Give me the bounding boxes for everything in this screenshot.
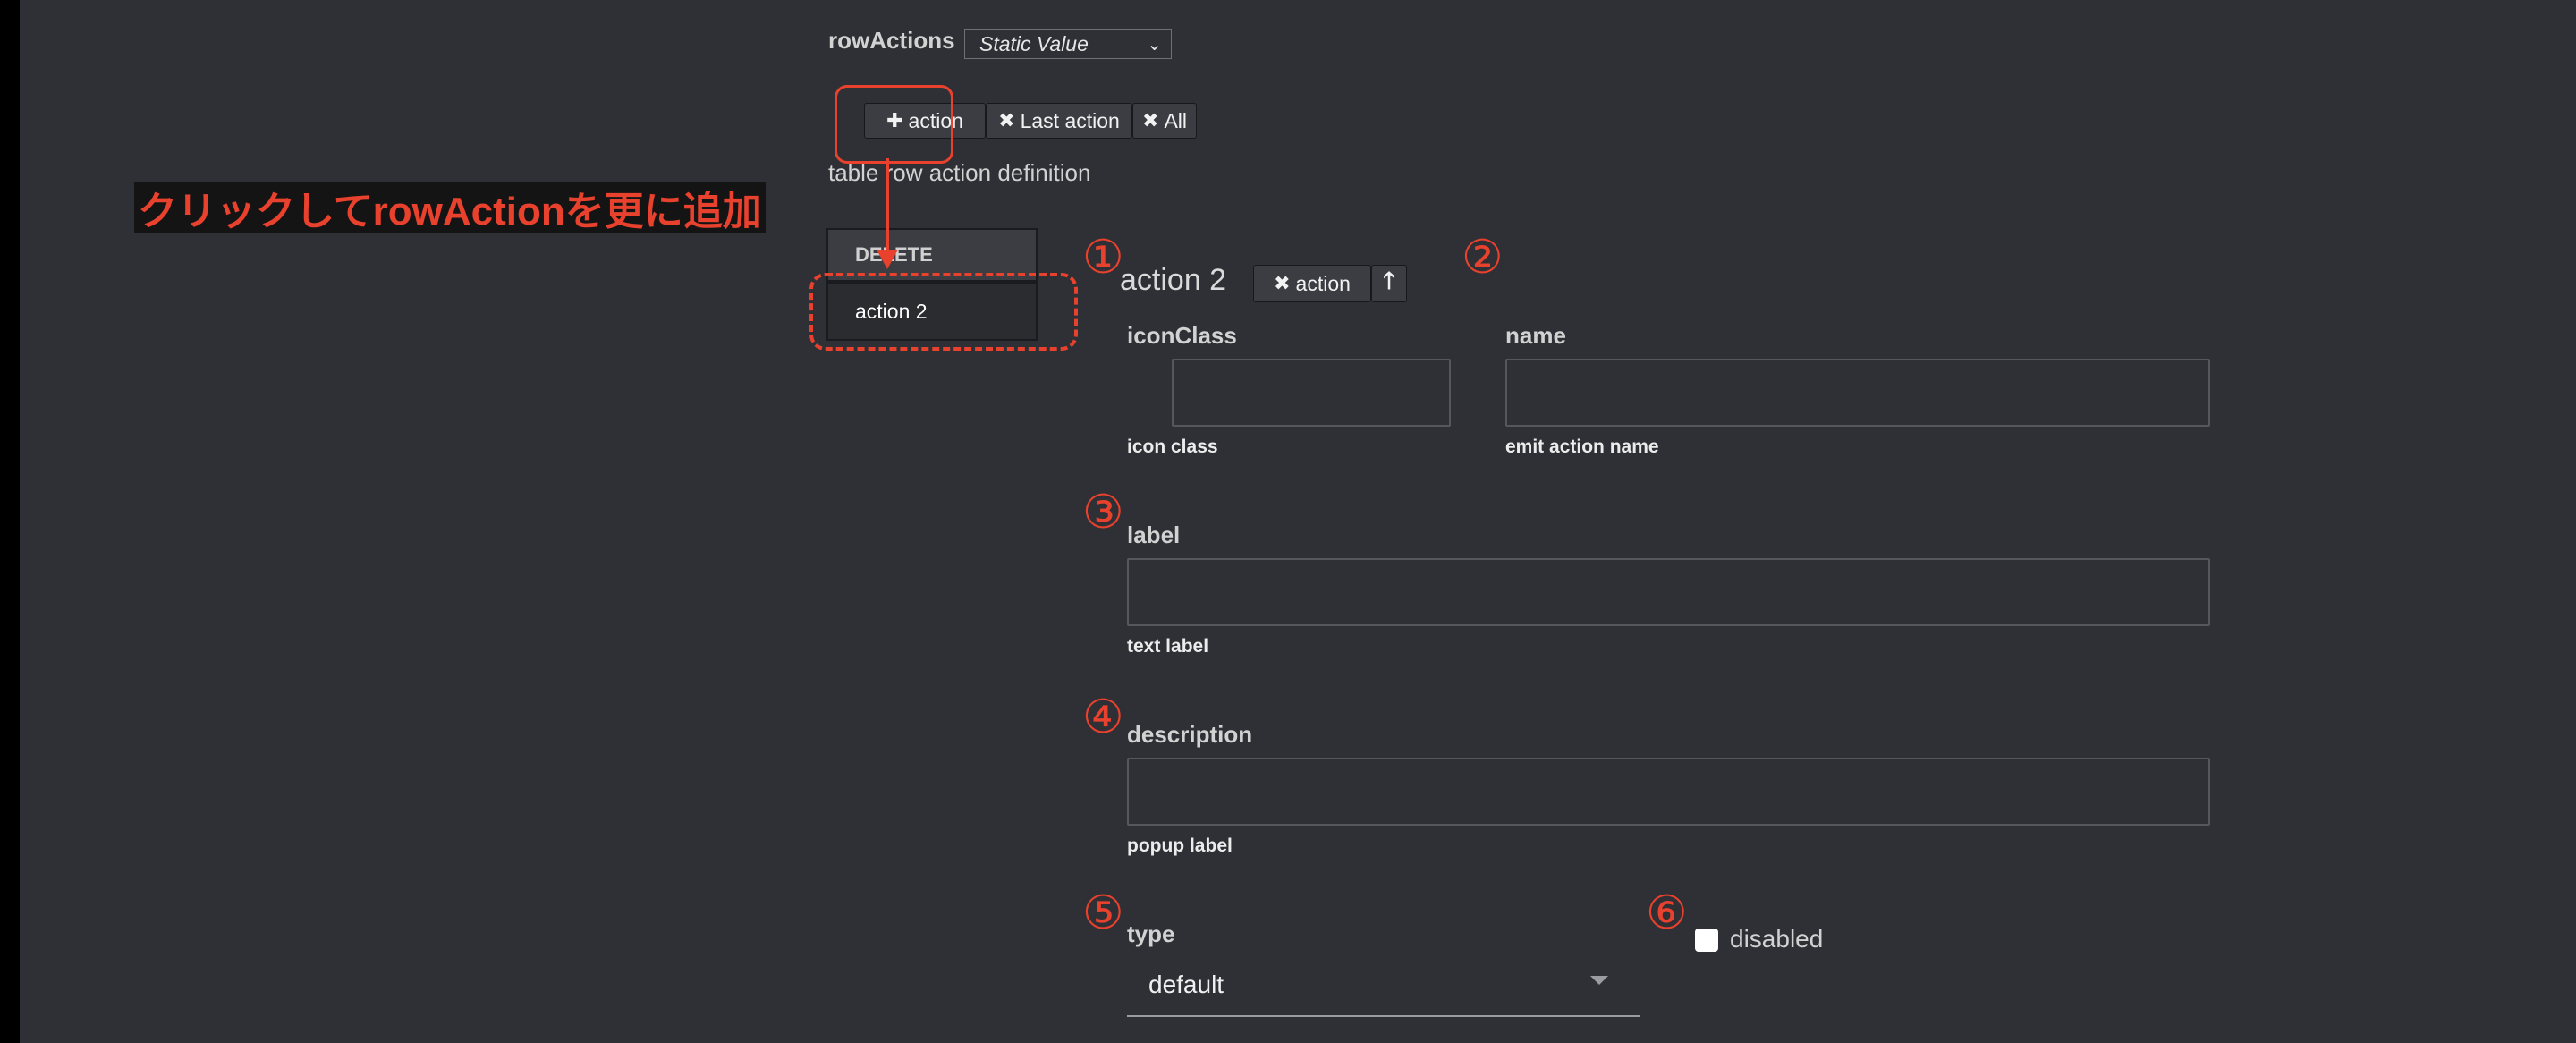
marker-1: ① [1082,231,1124,284]
type-label: type [1127,920,1175,947]
name-input[interactable] [1505,359,2210,427]
disabled-label: disabled [1730,925,1824,953]
name-hint: emit action name [1505,437,1659,457]
icon-class-input[interactable] [1172,359,1451,427]
annotation-highlight-new-item [809,273,1078,351]
remove-last-action-label: Last action [1020,108,1120,132]
annotation-highlight-add-button [835,85,953,164]
chevron-down-icon: ⌄ [1147,35,1162,55]
marker-3: ③ [1082,486,1124,539]
remove-all-actions-label: All [1164,108,1187,132]
close-icon: ✖ [998,109,1015,131]
marker-2: ② [1462,231,1504,284]
name-label: name [1505,322,1566,349]
text-label-input[interactable] [1127,558,2210,626]
move-up-button[interactable]: 🡑 [1371,265,1407,302]
remove-action-label: action [1295,271,1351,295]
description-label: description [1127,721,1253,748]
remove-action-button[interactable]: ✖ action [1253,265,1371,302]
marker-6: ⑥ [1646,886,1688,940]
icon-class-label: iconClass [1127,322,1237,349]
dropdown-arrow-icon [1590,976,1608,985]
remove-all-actions-button[interactable]: ✖ All [1132,103,1197,139]
description-input[interactable] [1127,758,2210,826]
close-icon: ✖ [1142,109,1159,131]
row-actions-label: rowActions [828,27,955,54]
text-label-hint: text label [1127,636,1209,657]
text-label-label: label [1127,522,1181,548]
arrow-up-icon: 🡑 [1383,267,1395,293]
app-background: rowActions Static Value ⌄ ✚ action ✖ Las… [20,0,2576,1043]
type-select-value: default [1148,971,1224,998]
row-actions-source-value: Static Value [979,31,1089,55]
icon-class-hint: icon class [1127,437,1218,457]
close-icon: ✖ [1274,272,1291,294]
annotation-callout: クリックしてrowActionを更に追加 [134,182,766,233]
type-select[interactable]: default [1127,953,1640,1017]
row-actions-source-select[interactable]: Static Value ⌄ [964,29,1172,59]
marker-5: ⑤ [1082,886,1124,940]
marker-4: ④ [1082,691,1124,744]
editor-title: action 2 [1120,263,1227,297]
annotation-arrow [877,158,898,269]
description-hint: popup label [1127,835,1233,856]
remove-last-action-button[interactable]: ✖ Last action [986,103,1132,139]
disabled-checkbox[interactable] [1695,929,1718,952]
